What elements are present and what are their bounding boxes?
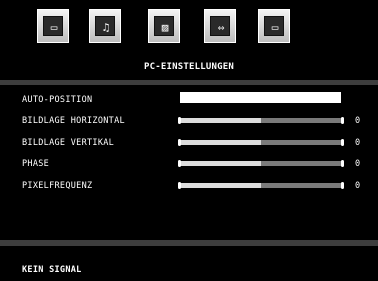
- settings-panel: AUTO-POSITION BILDLAGE HORIZONTAL 0 BILD…: [0, 85, 378, 240]
- divider-bottom: [0, 240, 378, 246]
- menu-header: ▭ ♫ ▨ ⇔ ▭ PC-EINSTELLUNGEN: [0, 0, 378, 79]
- screen-menu-button[interactable]: ▨: [148, 9, 180, 43]
- menu-icon-bar: ▭ ♫ ▨ ⇔ ▭: [0, 0, 378, 54]
- phase-row[interactable]: PHASE 0: [0, 159, 378, 173]
- screen-pattern-icon: ▨: [154, 16, 174, 36]
- bildlage-vertikal-slider[interactable]: [178, 139, 344, 146]
- phase-value: 0: [355, 159, 361, 169]
- phase-slider[interactable]: [178, 160, 344, 167]
- bildlage-vertikal-value: 0: [355, 138, 361, 148]
- picture-icon: ▭: [43, 16, 63, 36]
- auto-position-row[interactable]: AUTO-POSITION: [0, 92, 378, 109]
- pixelfrequenz-row[interactable]: PIXELFREQUENZ 0: [0, 181, 378, 195]
- auto-position-highlight[interactable]: [180, 92, 341, 103]
- status-message: KEIN SIGNAL: [22, 265, 82, 275]
- bildlage-horizontal-value: 0: [355, 116, 361, 126]
- phase-label: PHASE: [22, 159, 50, 169]
- picture-menu-button[interactable]: ▭: [37, 9, 69, 43]
- connection-menu-button[interactable]: ⇔: [204, 9, 236, 43]
- bildlage-horizontal-slider[interactable]: [178, 117, 344, 124]
- bildlage-horizontal-label: BILDLAGE HORIZONTAL: [22, 116, 125, 126]
- bildlage-vertikal-row[interactable]: BILDLAGE VERTIKAL 0: [0, 138, 378, 152]
- auto-position-label: AUTO-POSITION: [22, 95, 93, 105]
- bildlage-horizontal-row[interactable]: BILDLAGE HORIZONTAL 0: [0, 116, 378, 130]
- audio-menu-button[interactable]: ♫: [89, 9, 121, 43]
- pixelfrequenz-slider[interactable]: [178, 182, 344, 189]
- music-note-icon: ♫: [95, 16, 115, 36]
- bildlage-vertikal-label: BILDLAGE VERTIKAL: [22, 138, 115, 148]
- menu-title: PC-EINSTELLUNGEN: [144, 62, 234, 72]
- pc-settings-menu-button[interactable]: ▭: [258, 9, 290, 43]
- pixelfrequenz-value: 0: [355, 181, 361, 191]
- pc-monitor-icon: ▭: [264, 16, 284, 36]
- pixelfrequenz-label: PIXELFREQUENZ: [22, 181, 93, 191]
- connector-icon: ⇔: [210, 16, 230, 36]
